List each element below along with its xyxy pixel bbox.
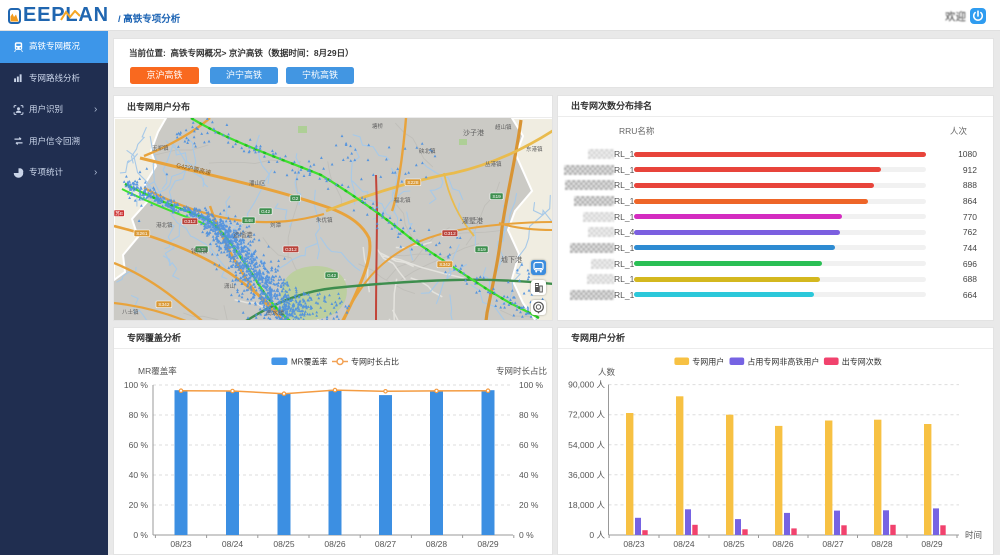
svg-text:专网时长占比: 专网时长占比 [496, 366, 547, 376]
svg-text:占用专网非高铁用户: 占用专网非高铁用户 [747, 357, 819, 367]
svg-text:08/29: 08/29 [921, 539, 943, 549]
svg-text:八士镇: 八士镇 [122, 308, 139, 316]
svg-text:08/27: 08/27 [822, 539, 844, 549]
svg-text:08/25: 08/25 [273, 539, 295, 549]
svg-text:S19: S19 [477, 247, 486, 253]
svg-text:S342: S342 [439, 262, 451, 268]
svg-text:0 %: 0 % [133, 530, 148, 540]
svg-text:80 %: 80 % [519, 410, 539, 420]
svg-text:灌墅港: 灌墅港 [462, 216, 483, 225]
svg-text:人数: 人数 [598, 367, 616, 377]
svg-text:专网时长占比: 专网时长占比 [351, 357, 399, 367]
svg-text:G2: G2 [292, 196, 299, 202]
svg-text:72,000 人: 72,000 人 [568, 410, 605, 420]
svg-text:G312: G312 [285, 247, 297, 253]
svg-text:苏E: 苏E [115, 210, 123, 217]
svg-text:港北镇: 港北镇 [156, 221, 173, 229]
svg-text:08/26: 08/26 [772, 539, 794, 549]
svg-text:100 %: 100 % [519, 380, 544, 390]
svg-text:S261: S261 [136, 231, 148, 237]
svg-text:08/23: 08/23 [623, 539, 645, 549]
svg-text:潘山区: 潘山区 [249, 179, 266, 187]
svg-text:20 %: 20 % [129, 500, 149, 510]
svg-text:MR覆盖率: MR覆盖率 [138, 366, 177, 376]
svg-text:08/24: 08/24 [222, 539, 244, 549]
svg-text:刘潭: 刘潭 [270, 221, 282, 229]
svg-text:潇山: 潇山 [224, 282, 235, 290]
svg-text:福北镇: 福北镇 [394, 196, 411, 204]
svg-text:40 %: 40 % [129, 470, 149, 480]
svg-text:S48: S48 [244, 218, 253, 224]
svg-text:南水镇: 南水镇 [266, 309, 284, 317]
svg-text:塘桥: 塘桥 [372, 122, 384, 130]
svg-text:08/29: 08/29 [477, 539, 499, 549]
svg-text:S228: S228 [407, 180, 419, 186]
svg-text:90,000 人: 90,000 人 [568, 380, 605, 390]
svg-text:54,000 人: 54,000 人 [568, 440, 605, 450]
svg-text:S19: S19 [492, 194, 501, 200]
svg-text:0 人: 0 人 [589, 530, 605, 540]
svg-text:东港镇: 东港镇 [526, 145, 543, 153]
svg-text:S342: S342 [158, 302, 170, 308]
svg-text:运堖港: 运堖港 [233, 230, 253, 239]
svg-text:硖北镇: 硖北镇 [419, 147, 436, 155]
svg-text:80 %: 80 % [129, 410, 149, 420]
svg-text:36,000 人: 36,000 人 [568, 470, 605, 480]
svg-text:G312: G312 [444, 231, 456, 237]
svg-text:丛港镇: 丛港镇 [485, 160, 502, 168]
svg-text:08/24: 08/24 [673, 539, 695, 549]
svg-text:出专网次数: 出专网次数 [842, 357, 882, 367]
svg-text:08/27: 08/27 [375, 539, 397, 549]
svg-text:40 %: 40 % [519, 470, 539, 480]
svg-text:20 %: 20 % [519, 500, 539, 510]
svg-text:08/26: 08/26 [324, 539, 346, 549]
svg-text:G312: G312 [184, 219, 196, 225]
svg-text:G42: G42 [261, 209, 270, 215]
svg-text:60 %: 60 % [519, 440, 539, 450]
svg-text:超山镇: 超山镇 [495, 123, 512, 131]
svg-text:18,000 人: 18,000 人 [568, 500, 605, 510]
svg-text:08/23: 08/23 [170, 539, 192, 549]
svg-text:沙子港: 沙子港 [463, 128, 484, 137]
svg-text:0 %: 0 % [519, 530, 534, 540]
svg-text:MR覆盖率: MR覆盖率 [291, 357, 327, 367]
svg-text:08/25: 08/25 [723, 539, 745, 549]
svg-text:G42: G42 [327, 273, 336, 279]
svg-text:玉祁镇: 玉祁镇 [152, 144, 169, 152]
svg-text:08/28: 08/28 [871, 539, 893, 549]
svg-text:朱优镇: 朱优镇 [316, 216, 333, 224]
svg-text:钱归镇: 钱归镇 [191, 247, 208, 255]
svg-text:08/28: 08/28 [426, 539, 448, 549]
svg-text:墟下港: 墟下港 [501, 255, 522, 264]
svg-text:100 %: 100 % [124, 380, 149, 390]
svg-text:专网用户: 专网用户 [692, 357, 724, 367]
svg-text:60 %: 60 % [129, 440, 149, 450]
svg-text:时间: 时间 [965, 530, 982, 540]
